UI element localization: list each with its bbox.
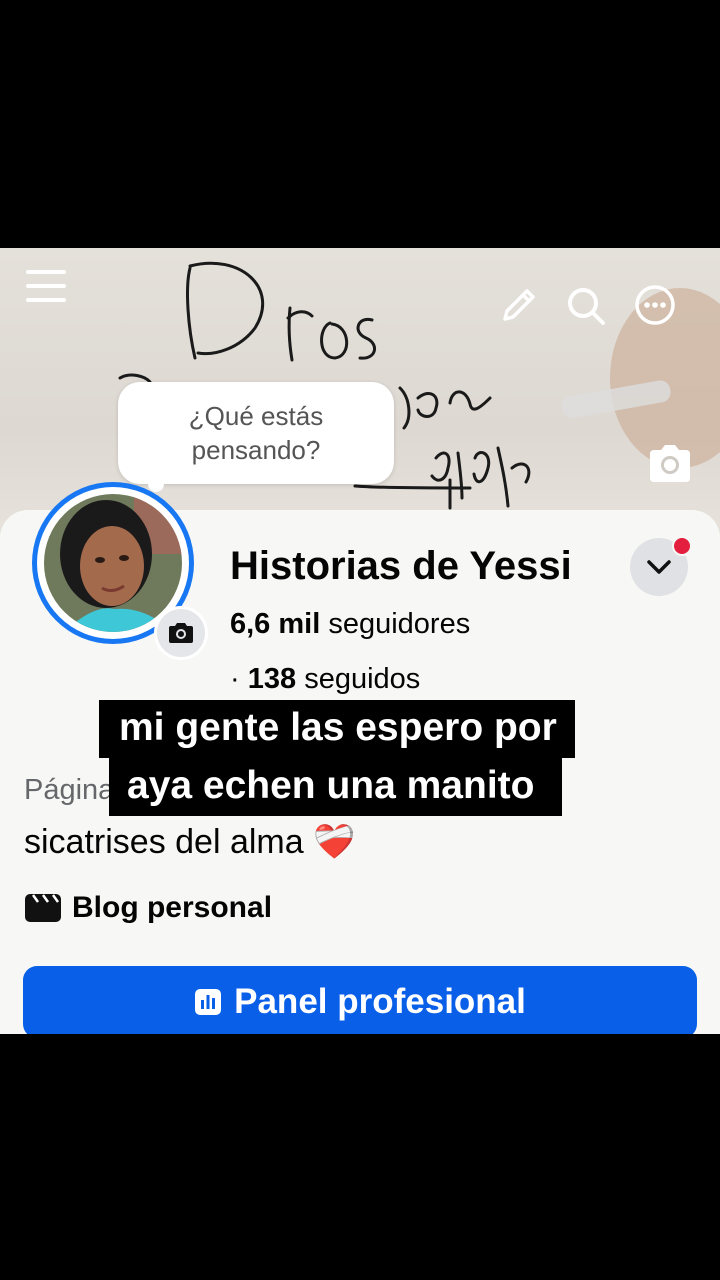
avatar[interactable] [44,494,182,632]
menu-icon[interactable] [24,266,68,306]
following-count: 138 [247,663,297,695]
following-label: seguidos [304,663,421,695]
followers-label: seguidores [328,608,471,640]
composer-prompt: ¿Qué estás pensando? [188,401,324,465]
professional-dashboard-label: Panel profesional [234,982,526,1021]
bio-text: sicatrises del alma [24,823,304,861]
bio: sicatrises del alma ❤️‍🩹 [24,822,355,862]
video-caption-line-2: aya echen una manito [109,758,563,816]
bubble-tail [148,476,164,492]
search-icon[interactable] [566,286,606,326]
video-caption-line-1: mi gente las espero por [99,700,575,758]
following-stat[interactable]: · 138 seguidos [230,663,420,696]
facebook-profile-view: ¿Qué estás pensando? Historias de Yessi … [0,248,720,1034]
page-type-label: Página [24,774,115,806]
page-title: Historias de Yessi [230,544,572,588]
category-row[interactable]: Blog personal [24,890,272,926]
more-icon[interactable] [634,284,676,326]
avatar-camera-icon[interactable] [154,606,208,660]
pencil-icon[interactable] [498,286,538,326]
professional-dashboard-button[interactable]: Panel profesional [23,966,697,1034]
followers-count: 6,6 mil [230,608,321,640]
separator-dot: · [230,663,240,695]
composer-bubble[interactable]: ¿Qué estás pensando? [118,382,394,484]
clapperboard-icon [25,894,61,922]
screen: { "cover": { "composer_prompt": "¿Qué es… [0,0,720,1280]
camera-icon[interactable] [646,444,694,489]
chevron-down-icon [647,560,671,574]
notification-dot [672,536,692,556]
bio-emoji: ❤️‍🩹 [313,823,356,861]
category-label: Blog personal [72,891,273,924]
dashboard-icon [195,989,222,1015]
followers-stat[interactable]: 6,6 mil seguidores [230,608,470,641]
